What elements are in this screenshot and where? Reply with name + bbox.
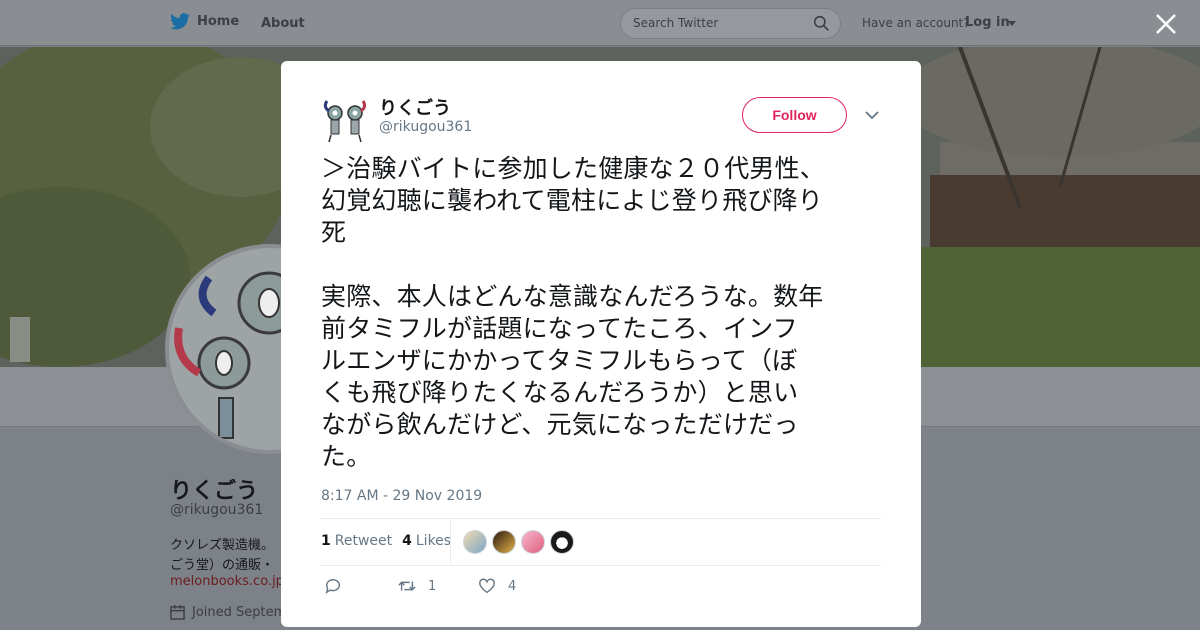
tweet-stats: 1 Retweet 4 Likes [321, 533, 461, 549]
login-link[interactable]: Log in [965, 15, 1010, 30]
divider [321, 518, 881, 519]
search-input[interactable]: Search Twitter [620, 8, 841, 39]
like-action-count: 4 [508, 578, 517, 594]
divider [321, 565, 881, 566]
tweet-modal: りくごう @rikugou361 Follow ＞治験バイトに参加した健康な２０… [281, 61, 921, 627]
tweet-author-avatar[interactable] [321, 95, 369, 143]
tweet-text: ＞治験バイトに参加した健康な２０代男性、 幻覚幻聴に襲われて電柱によじ登り飛び降… [321, 154, 826, 471]
close-icon[interactable] [1154, 12, 1178, 36]
liker-avatar[interactable] [492, 530, 516, 554]
likes-count: 4 [402, 533, 412, 549]
likes-stat[interactable]: 4 Likes [402, 533, 451, 549]
retweet-action-count: 1 [428, 578, 437, 594]
tweet-author-handle[interactable]: @rikugou361 [379, 119, 472, 135]
nav-home-label: Home [197, 14, 240, 29]
follow-button[interactable]: Follow [742, 97, 847, 133]
retweet-count: 1 [321, 533, 331, 549]
profile-bio-line2: ごう堂）の通販・ [170, 558, 275, 573]
like-button[interactable]: 4 [478, 577, 516, 595]
reply-icon [325, 579, 340, 594]
profile-joined-text: Joined Septem [192, 605, 287, 620]
twitter-bird-icon [170, 13, 190, 30]
liker-avatar[interactable] [521, 530, 545, 554]
profile-bio-line1: クソレズ製造機。 [170, 538, 275, 553]
retweet-label: Retweet [334, 533, 393, 549]
tweet-timestamp[interactable]: 8:17 AM - 29 Nov 2019 [321, 488, 482, 504]
search-placeholder: Search Twitter [633, 16, 719, 30]
retweet-icon [398, 581, 416, 591]
chevron-down-icon[interactable] [864, 108, 880, 122]
login-caret-icon[interactable] [1008, 21, 1016, 26]
search-icon[interactable] [813, 15, 830, 32]
have-account-text: Have an account? [862, 16, 970, 30]
profile-joined-date: Joined Septem [170, 605, 286, 620]
likes-label: Likes [415, 533, 452, 549]
liker-avatars [463, 530, 579, 554]
nav-home-link[interactable]: Home [170, 13, 239, 30]
tweet-author-name[interactable]: りくごう [379, 94, 451, 120]
heart-icon [479, 578, 495, 594]
nav-about-link[interactable]: About [261, 16, 305, 31]
top-navigation-bar: Home About Search Twitter Have an accoun… [0, 0, 1200, 46]
calendar-icon [170, 605, 185, 620]
liker-avatar[interactable] [463, 530, 487, 554]
liker-avatar[interactable] [550, 530, 574, 554]
retweet-stat[interactable]: 1 Retweet [321, 533, 392, 549]
stats-divider [450, 520, 451, 564]
reply-button[interactable] [324, 577, 398, 595]
profile-name: りくごう [170, 479, 259, 504]
retweet-button[interactable]: 1 [398, 577, 478, 595]
profile-website-link[interactable]: melonbooks.co.jp [170, 574, 284, 589]
profile-handle: @rikugou361 [170, 502, 264, 518]
tweet-actions: 1 4 [324, 577, 516, 595]
